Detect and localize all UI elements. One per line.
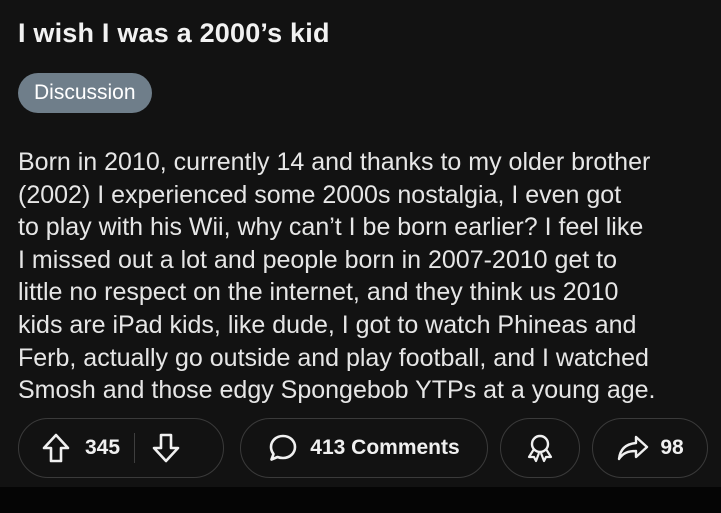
post-title: I wish I was a 2000’s kid — [18, 18, 330, 48]
award-icon — [527, 434, 553, 463]
share-arrow-icon — [618, 435, 649, 461]
action-bar: 345 413 Comments 98 — [0, 418, 721, 480]
vote-count: 345 — [85, 436, 121, 459]
downvote-button[interactable] — [151, 432, 181, 464]
post-body-line: Ferb, actually go outside and play footb… — [18, 343, 649, 372]
post-body-line: Smosh and those edgy Spongebob YTPs at a… — [18, 376, 656, 405]
vote-pill: 345 — [18, 418, 224, 478]
upvote-button[interactable] — [41, 432, 71, 464]
speech-bubble-icon — [269, 434, 297, 461]
post-body-line: (2002) I experienced some 2000s nostalgi… — [18, 180, 622, 209]
bottom-strip — [0, 487, 721, 513]
post-body-line: to play with his Wii, why can’t I be bor… — [18, 213, 644, 242]
flair-badge[interactable]: Discussion — [18, 73, 152, 113]
post-body-line: little no respect on the internet, and t… — [18, 278, 619, 307]
comments-label: 413 Comments — [310, 436, 460, 459]
share-button[interactable]: 98 — [592, 418, 708, 478]
vote-divider — [134, 433, 136, 463]
share-count: 98 — [660, 436, 684, 459]
arrow-up-icon — [42, 433, 70, 463]
comments-button[interactable]: 413 Comments — [240, 418, 488, 478]
arrow-down-icon — [152, 433, 180, 463]
post-body: Born in 2010, currently 14 and thanks to… — [18, 146, 718, 407]
award-button[interactable] — [500, 418, 580, 478]
post-body-line: I missed out a lot and people born in 20… — [18, 245, 618, 274]
post-card: I wish I was a 2000’s kid Discussion Bor… — [0, 0, 721, 487]
post-body-line: kids are iPad kids, like dude, I got to … — [18, 310, 637, 339]
post-body-line: Born in 2010, currently 14 and thanks to… — [18, 148, 651, 176]
